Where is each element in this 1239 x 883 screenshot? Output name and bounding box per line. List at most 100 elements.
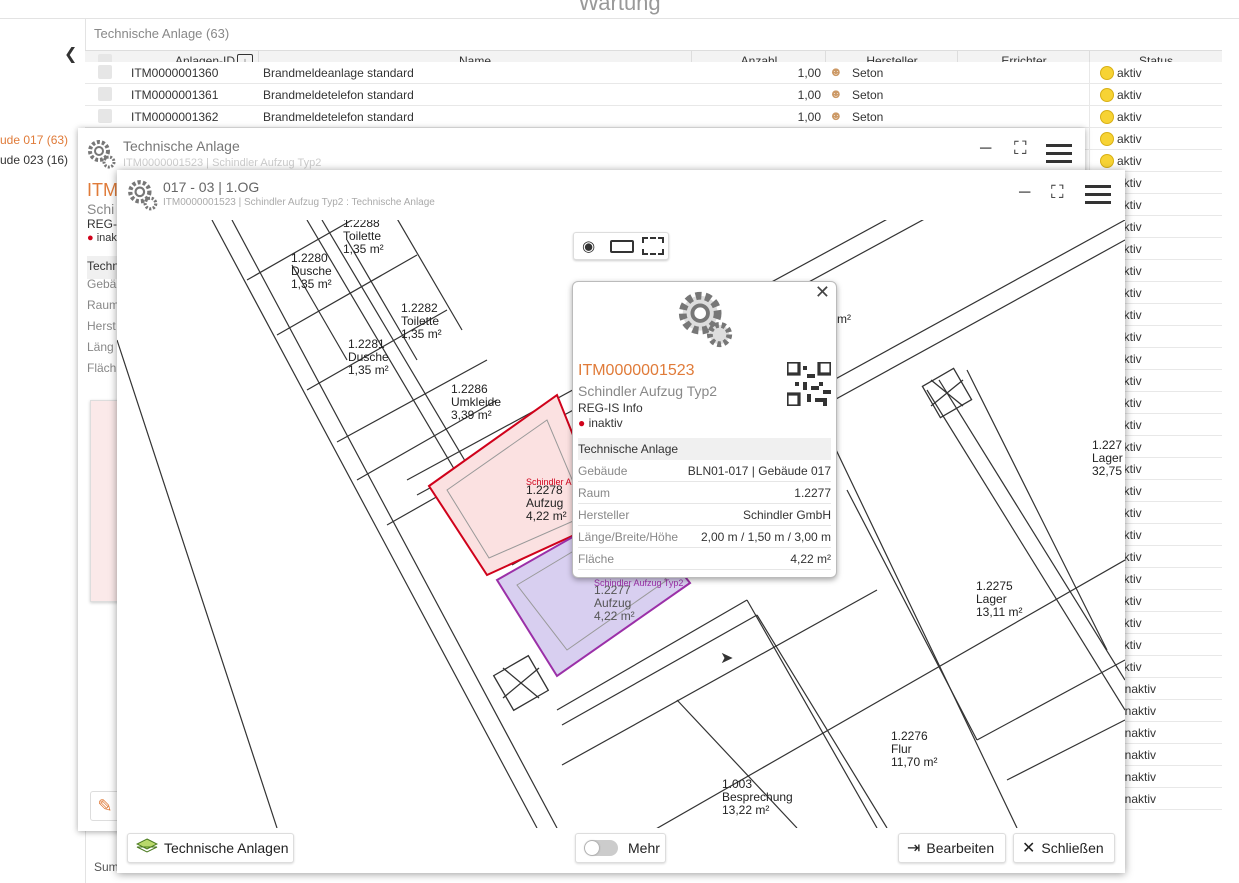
popup-info-link[interactable]: REG-IS Info [578,401,643,415]
field-value: Schindler GmbH [742,508,831,522]
gear-icon [86,138,118,173]
more-toggle[interactable]: Mehr [575,833,666,863]
cell-status: aktiv [1089,84,1223,105]
elevator-tag-red: Schindler A [526,477,572,487]
popup-field-row: Hersteller Schindler GmbH [578,504,831,526]
field-fragment: Herst [87,319,116,333]
room-label: m² [837,312,851,326]
cell-status: aktiv [1089,150,1223,171]
minimize-icon[interactable]: ─ [1019,184,1030,202]
layers-icon [135,837,159,859]
room-label: 1.2276 Flur 11,70 m² [891,729,938,769]
cell-count: 1,00 [797,110,821,124]
room-label: 1.2288 Toilette 1,35 m² [343,220,384,256]
asset-info-popup: ✕ ITM0000001523 Schindler Aufzug Typ2 RE… [572,281,837,578]
users-icon: ☻ [829,64,843,79]
cell-name: Brandmeldetelefon standard [263,88,414,102]
cell-id: ITM0000001362 [131,110,219,124]
field-key: Raum [578,486,611,500]
state-fragment: ● inak [87,232,117,244]
status-dot-icon [1100,88,1114,102]
field-fragment: Raum [87,298,120,312]
window-subtitle: ITM0000001523 | Schindler Aufzug Typ2 : … [163,197,435,208]
popup-asset-id[interactable]: ITM0000001523 [578,362,695,380]
close-button[interactable]: ✕ Schließen [1013,833,1115,863]
menu-icon[interactable] [1046,144,1072,163]
layers-button-label: Technische Anlagen [164,840,289,856]
cell-id: ITM0000001360 [131,66,219,80]
toggle-switch[interactable] [584,840,618,856]
window-subtitle: ITM0000001523 | Schindler Aufzug Typ2 [123,157,322,169]
cell-count: 1,00 [797,88,821,102]
fullscreen-icon[interactable]: ⛶ [1014,138,1027,159]
cell-maker: Seton [852,88,884,102]
edit-button[interactable]: ⇥ Bearbeiten [898,833,1006,863]
status-dot-icon [1100,154,1114,168]
sidebar: ❮ ude 017 (63) ude 023 (16) [0,19,86,883]
gear-icon [126,178,160,215]
cell-name: Brandmeldeanlage standard [263,66,414,80]
layers-button[interactable]: Technische Anlagen [127,833,294,863]
room-label: 1.2286 Umkleide 3,39 m² [451,382,502,422]
status-dot-icon [1100,132,1114,146]
row-checkbox[interactable] [98,65,112,79]
table-row[interactable]: ITM0000001361 Brandmeldetelefon standard 1… [85,84,1223,106]
table-title: Technische Anlage (63) [94,26,230,41]
cell-maker: Seton [852,110,884,124]
window-title: Technische Anlage [123,138,240,154]
gear-icon [675,288,737,353]
focus-target-icon[interactable]: ◉ [582,237,595,255]
field-fragment: Fläch [87,361,117,375]
minimize-icon[interactable]: ─ [980,140,991,158]
qr-code-icon[interactable] [785,360,833,409]
field-key: Gebäude [578,464,628,478]
room-label: 1.2275 Lager 13,11 m² [976,579,1023,619]
more-label: Mehr [628,840,660,856]
asset-name-fragment: Schi [87,201,115,217]
table-row[interactable]: ITM0000001362 Brandmeldetelefon standard 1… [85,106,1223,128]
table-row[interactable]: ITM0000001360 Brandmeldeanlage standard 1,… [85,62,1223,84]
app-title: Wartung [578,0,661,15]
cell-maker: Seton [852,66,884,80]
popup-section-header: Technische Anlage [578,438,831,460]
popup-field-row: Gebäude BLN01-017 | Gebäude 017 [578,460,831,482]
status-dot-icon [1100,110,1114,124]
edit-button-label: Bearbeiten [926,840,995,856]
close-icon: ✕ [1022,840,1036,857]
room-label-elevator-1[interactable]: 1.2278 Aufzug 4,22 m² [526,484,567,523]
status-dot-icon [1100,66,1114,80]
fullscreen-icon[interactable]: ⛶ [1051,182,1064,203]
popup-state: ● inaktiv [578,416,623,430]
popup-close-icon[interactable]: ✕ [815,282,830,303]
asset-id-fragment: ITM [87,180,118,200]
popup-field-row: Länge/Breite/Höhe 2,00 m / 1,50 m / 3,00 … [578,526,831,548]
cell-count: 1,00 [797,66,821,80]
field-value: BLN01-017 | Gebäude 017 [687,464,831,478]
sidebar-item-building-023[interactable]: ude 023 (16) [0,153,68,167]
cell-name: Brandmeldetelefon standard [263,110,414,124]
row-checkbox[interactable] [98,87,112,101]
ruler-icon[interactable] [610,240,634,253]
chevron-left-icon[interactable]: ❮ [64,44,77,64]
edit-pencil-icon[interactable]: ✎ [90,791,120,821]
sidebar-item-building-017[interactable]: ude 017 (63) [0,133,68,147]
fit-extent-icon[interactable] [642,237,664,255]
field-key: Fläche [578,552,615,566]
top-divider [0,18,1239,19]
info-fragment: REG- [87,217,117,231]
menu-icon[interactable] [1085,185,1111,204]
mouse-cursor-icon: ➤ [720,650,734,667]
popup-asset-name: Schindler Aufzug Typ2 [578,383,718,399]
field-fragment: Läng [87,340,114,354]
close-button-label: Schließen [1041,840,1104,856]
field-key: Hersteller [578,508,630,522]
row-checkbox[interactable] [98,109,112,123]
window-title: 017 - 03 | 1.OG [163,179,260,195]
popup-field-row: Fläche 4,22 m² [578,548,831,570]
bottom-toolbar: Technische Anlagen Mehr ⇥ Bearbeiten ✕ S… [117,828,1125,873]
field-value: 1.2277 [794,486,831,500]
elevator-tag-purple: Schindler Aufzug Typ2 [594,578,684,588]
field-value: 4,22 m² [790,552,831,566]
enter-icon: ⇥ [907,840,921,857]
room-label: 1.2280 Dusche 1,35 m² [291,251,332,291]
